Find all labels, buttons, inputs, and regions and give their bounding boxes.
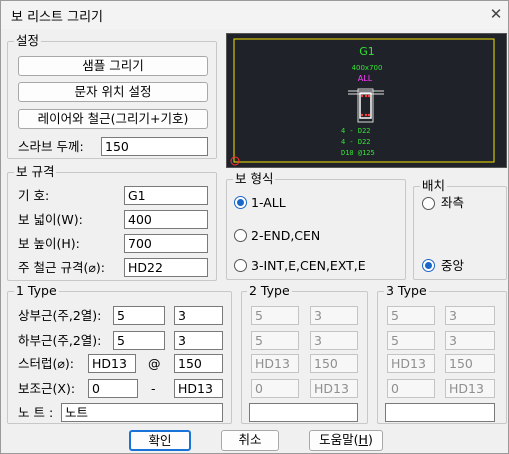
aux-rebar-label: 보조근(X):: [18, 381, 76, 396]
placement-group-label: 배치: [420, 178, 448, 193]
type3-top-b: 3: [445, 306, 495, 325]
slab-thickness-label: 스라브 두께:: [18, 139, 84, 154]
type1-stirrup-a[interactable]: HD13: [88, 354, 136, 373]
beam-preview: G1 400x700 ALL 4 - D22 4 - D22 D10 @125: [226, 33, 507, 168]
preview-row-2: 4 - D22: [341, 138, 371, 146]
dialog-window: 보 리스트 그리기 ✕ 설정 샘플 그리기 문자 위치 설정 레이어와 철근(그…: [0, 0, 509, 454]
cancel-button[interactable]: 취소: [221, 430, 279, 451]
shape-option-1[interactable]: 1-ALL: [251, 195, 286, 211]
shape-radio-1[interactable]: [234, 196, 247, 209]
text-position-button[interactable]: 문자 위치 설정: [18, 82, 208, 102]
type3-group-label: 3 Type: [384, 283, 429, 298]
note-label: 노 트 :: [18, 405, 54, 420]
type2-stirrup-b: 150: [310, 354, 358, 373]
settings-group-label: 설정: [14, 33, 42, 48]
shape-radio-3[interactable]: [234, 259, 247, 272]
help-button-close-paren: ): [367, 432, 373, 447]
top-rebar-label: 상부근(주,2열):: [18, 308, 102, 323]
preview-name: G1: [359, 45, 375, 58]
close-icon[interactable]: ✕: [485, 3, 507, 25]
help-button[interactable]: 도움말(H): [309, 430, 383, 451]
type2-aux-a: 0: [251, 379, 299, 398]
type1-bot-b[interactable]: 3: [174, 331, 223, 350]
help-button-text: 도움말(: [319, 432, 359, 447]
placement-option-center[interactable]: 중앙: [441, 258, 464, 274]
window-title: 보 리스트 그리기: [11, 10, 103, 25]
preview-size: 400x700: [352, 64, 383, 72]
beam-preview-drawing: G1 400x700 ALL 4 - D22 4 - D22 D10 @125: [230, 38, 495, 166]
shape-radio-2[interactable]: [234, 229, 247, 242]
type2-top-b: 3: [310, 306, 358, 325]
type3-aux-b: HD13: [445, 379, 495, 398]
type2-bot-b: 3: [310, 331, 358, 350]
width-input[interactable]: 400: [124, 210, 208, 229]
help-button-hotkey: H: [358, 432, 368, 447]
type3-top-a: 5: [387, 306, 435, 325]
preview-row-1: 4 - D22: [341, 127, 371, 135]
shape-option-3[interactable]: 3-INT,E,CEN,EXT,E: [251, 258, 366, 274]
type3-bot-a: 5: [387, 331, 435, 350]
type2-note-input[interactable]: [249, 403, 358, 422]
main-rebar-input[interactable]: HD22: [124, 258, 208, 277]
type3-aux-a: 0: [387, 379, 435, 398]
symbol-label: 기 호:: [18, 188, 50, 203]
type3-stirrup-b: 150: [445, 354, 495, 373]
preview-row-3: D10 @125: [341, 149, 375, 157]
stirrup-label: 스터럽(⌀):: [18, 356, 74, 371]
height-label: 보 높이(H):: [18, 236, 80, 251]
symbol-input[interactable]: G1: [124, 186, 208, 205]
sample-draw-button[interactable]: 샘플 그리기: [18, 56, 208, 76]
ok-button[interactable]: 확인: [129, 430, 191, 451]
layer-rebar-button[interactable]: 레이어와 철근(그리기+기호): [18, 109, 208, 129]
type3-note-input[interactable]: [385, 403, 495, 422]
slab-thickness-input[interactable]: 150: [101, 137, 208, 156]
type1-note-input[interactable]: 노트: [61, 403, 223, 422]
type1-stirrup-b[interactable]: 150: [174, 354, 223, 373]
shape-group-label: 보 형식: [233, 171, 276, 186]
type3-stirrup-a: HD13: [387, 354, 435, 373]
placement-radio-center[interactable]: [422, 259, 435, 272]
shape-option-2[interactable]: 2-END,CEN: [251, 228, 320, 244]
type2-stirrup-a: HD13: [251, 354, 299, 373]
width-label: 보 넓이(W):: [18, 212, 83, 227]
main-rebar-label: 주 철근 규격(⌀):: [18, 260, 105, 275]
type2-top-a: 5: [251, 306, 299, 325]
type2-group-label: 2 Type: [247, 283, 292, 298]
title-bar: 보 리스트 그리기 ✕: [1, 1, 508, 29]
preview-origin-marker: [230, 156, 240, 166]
type1-aux-a[interactable]: 0: [88, 379, 138, 398]
type1-bot-a[interactable]: 5: [113, 331, 165, 350]
bottom-rebar-label: 하부근(주,2열):: [18, 333, 102, 348]
spec-group-label: 보 규격: [14, 164, 57, 179]
placement-option-left[interactable]: 좌측: [441, 195, 464, 211]
stirrup-at-label: @: [148, 356, 161, 371]
type1-group-label: 1 Type: [14, 283, 59, 298]
type2-bot-a: 5: [251, 331, 299, 350]
preview-type: ALL: [358, 74, 373, 83]
type2-aux-b: HD13: [310, 379, 358, 398]
type1-aux-b[interactable]: HD13: [174, 379, 223, 398]
type1-top-b[interactable]: 3: [174, 306, 223, 325]
aux-dash-label: -: [151, 381, 156, 396]
type3-bot-b: 3: [445, 331, 495, 350]
placement-radio-left[interactable]: [422, 197, 435, 210]
type1-top-a[interactable]: 5: [113, 306, 165, 325]
height-input[interactable]: 700: [124, 234, 208, 253]
preview-rebar-dots: [360, 94, 371, 117]
